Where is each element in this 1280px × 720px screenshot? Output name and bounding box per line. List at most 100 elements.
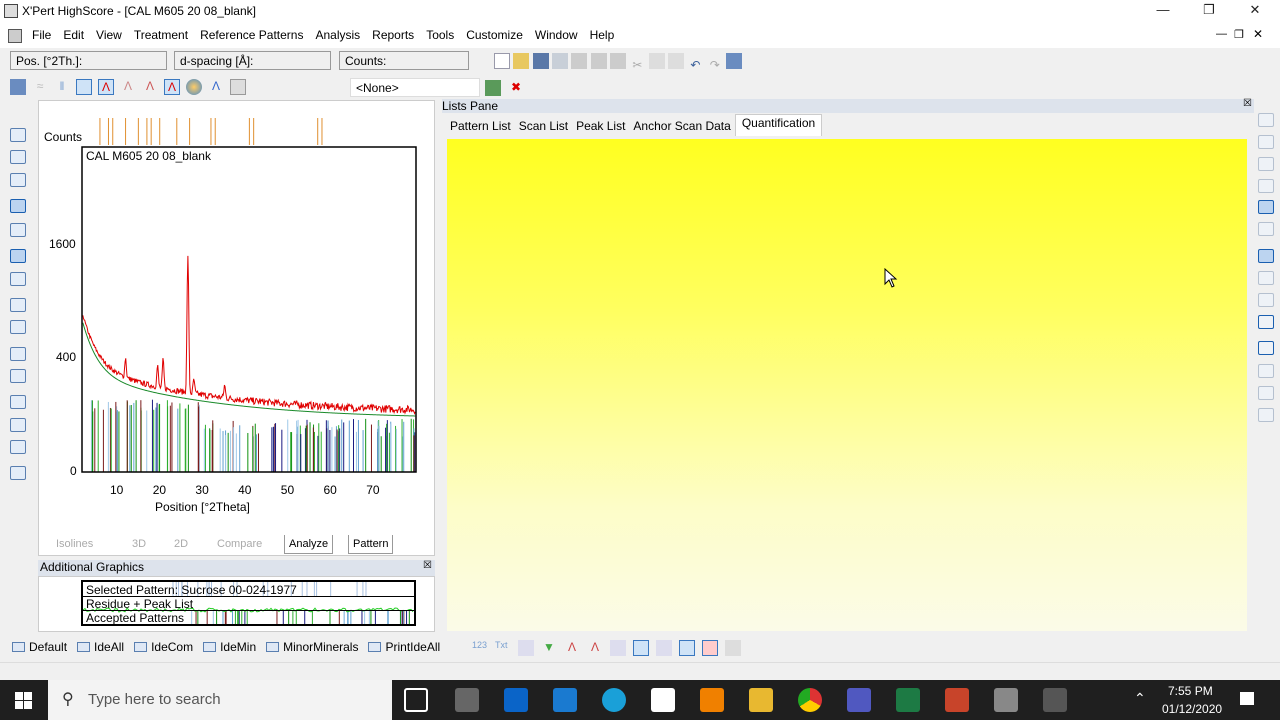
tool-icon[interactable] xyxy=(725,640,741,656)
cps-icon[interactable] xyxy=(10,395,26,409)
measure-icon[interactable] xyxy=(10,223,26,237)
batch-ideall[interactable]: IdeAll xyxy=(77,640,124,654)
right-tool-icon[interactable] xyxy=(1258,293,1274,307)
print-setup-icon[interactable] xyxy=(610,53,627,69)
batch-idemin[interactable]: IdeMin xyxy=(203,640,256,654)
tool-icon[interactable] xyxy=(656,640,672,656)
y-scale-icon[interactable] xyxy=(10,418,26,432)
undo-icon[interactable]: ↶ xyxy=(687,58,703,74)
close-icon[interactable]: ☒ xyxy=(423,560,432,571)
chart-icon[interactable] xyxy=(10,466,26,480)
bars-icon[interactable]: ‖ xyxy=(54,79,70,95)
delete-icon[interactable] xyxy=(702,640,718,656)
outlook-icon[interactable] xyxy=(504,688,528,712)
mdi-minimize-button[interactable]: — xyxy=(1216,28,1227,40)
crosshair-icon[interactable] xyxy=(10,369,26,383)
restore-button[interactable]: ❐ xyxy=(1198,2,1220,22)
eraser-icon[interactable] xyxy=(10,320,26,334)
app-icon[interactable] xyxy=(1043,688,1067,712)
store-icon[interactable] xyxy=(651,688,675,712)
table-icon[interactable] xyxy=(230,79,246,95)
diffraction-plot[interactable] xyxy=(38,100,435,530)
clock-date[interactable]: 01/12/2020 xyxy=(1162,702,1222,716)
calc-icon[interactable] xyxy=(10,347,26,361)
program-icon[interactable] xyxy=(726,53,743,69)
numbers-icon[interactable]: 123 xyxy=(472,640,488,656)
peak-search-icon[interactable]: Λ xyxy=(587,640,603,656)
magnify-icon[interactable] xyxy=(1258,249,1274,263)
open-icon[interactable] xyxy=(513,53,530,69)
file-explorer-icon[interactable] xyxy=(749,688,773,712)
zoom-icon[interactable] xyxy=(10,150,26,164)
batch-minorminerals[interactable]: MinorMinerals xyxy=(266,640,358,654)
save-all-icon[interactable] xyxy=(552,53,569,69)
edge-icon[interactable] xyxy=(602,688,626,712)
excel-icon[interactable] xyxy=(896,688,920,712)
right-tool-icon[interactable] xyxy=(1258,386,1274,400)
tab-pattern[interactable]: Pattern xyxy=(348,535,394,554)
redo-icon[interactable]: ↷ xyxy=(707,58,723,74)
tab-peak-list[interactable]: Peak List xyxy=(572,116,629,136)
right-tool-icon[interactable] xyxy=(1258,179,1274,193)
scatter-icon[interactable]: ≈ xyxy=(32,79,48,95)
pan-icon[interactable] xyxy=(10,173,26,187)
peaks2-icon[interactable]: Λ xyxy=(120,79,136,95)
tab-3d[interactable]: 3D xyxy=(128,535,150,553)
chrome-icon[interactable] xyxy=(798,688,822,712)
tab-pattern-list[interactable]: Pattern List xyxy=(446,116,515,136)
right-tool-icon[interactable] xyxy=(1258,157,1274,171)
text-icon[interactable]: Txt xyxy=(495,640,511,656)
tool-active-icon[interactable] xyxy=(679,640,695,656)
close-icon[interactable]: ☒ xyxy=(1243,98,1252,109)
window-icon[interactable] xyxy=(10,79,26,95)
app-icon[interactable] xyxy=(455,688,479,712)
menu-analysis[interactable]: Analysis xyxy=(309,24,366,42)
background-icon[interactable] xyxy=(76,79,92,95)
taskbar-search[interactable]: ⚲ Type here to search xyxy=(48,680,392,720)
peaks3-icon[interactable]: Λ xyxy=(142,79,158,95)
save-icon[interactable] xyxy=(532,53,549,69)
mdi-close-button[interactable]: ✕ xyxy=(1253,27,1263,41)
tab-anchor-scan-data[interactable]: Anchor Scan Data xyxy=(629,116,734,136)
batch-default[interactable]: Default xyxy=(12,640,67,654)
notification-icon[interactable] xyxy=(1240,692,1254,705)
filter-icon[interactable]: ▼ xyxy=(541,640,557,656)
right-tool-icon[interactable] xyxy=(1258,364,1274,378)
powerpoint-icon[interactable] xyxy=(945,688,969,712)
paste-icon[interactable] xyxy=(668,53,685,69)
right-tool-icon[interactable] xyxy=(1258,135,1274,149)
task-view-icon[interactable] xyxy=(404,688,428,712)
pie-icon[interactable] xyxy=(186,79,202,95)
right-tool-icon[interactable] xyxy=(1258,315,1274,329)
fit-icon[interactable] xyxy=(633,640,649,656)
right-tool-active-icon[interactable] xyxy=(1258,200,1274,214)
menu-treatment[interactable]: Treatment xyxy=(128,24,194,42)
app-icon[interactable] xyxy=(553,688,577,712)
right-tool-icon[interactable] xyxy=(1258,408,1274,422)
tab-isolines[interactable]: Isolines xyxy=(52,535,97,553)
profile-icon[interactable]: Λ xyxy=(208,79,224,95)
print-preview-icon[interactable] xyxy=(590,53,607,69)
menu-reference-patterns[interactable]: Reference Patterns xyxy=(194,24,309,42)
search-icon[interactable] xyxy=(1258,341,1274,355)
select-icon[interactable] xyxy=(10,199,26,213)
menu-reports[interactable]: Reports xyxy=(366,24,420,42)
peaks-icon[interactable]: Λ xyxy=(98,79,114,95)
windows-start-icon[interactable] xyxy=(15,692,32,709)
tab-2d[interactable]: 2D xyxy=(170,535,192,553)
batch-idecom[interactable]: IdeCom xyxy=(134,640,193,654)
menu-help[interactable]: Help xyxy=(584,24,621,42)
peak-icon[interactable]: Λ xyxy=(564,640,580,656)
tab-analyze[interactable]: Analyze xyxy=(284,535,334,554)
reject-icon[interactable]: ✖ xyxy=(508,80,524,96)
highscore-icon[interactable] xyxy=(994,688,1018,712)
mdi-restore-button[interactable]: ❐ xyxy=(1234,28,1244,41)
pencil-icon[interactable] xyxy=(10,298,26,312)
chevron-up-icon[interactable]: ⌃ xyxy=(1134,690,1146,707)
right-tool-icon[interactable] xyxy=(1258,222,1274,236)
tool-icon[interactable] xyxy=(518,640,534,656)
batch-printideall[interactable]: PrintIdeAll xyxy=(368,640,440,654)
quantification-area[interactable] xyxy=(447,139,1247,631)
print-icon[interactable] xyxy=(571,53,588,69)
accept-icon[interactable] xyxy=(485,80,501,96)
